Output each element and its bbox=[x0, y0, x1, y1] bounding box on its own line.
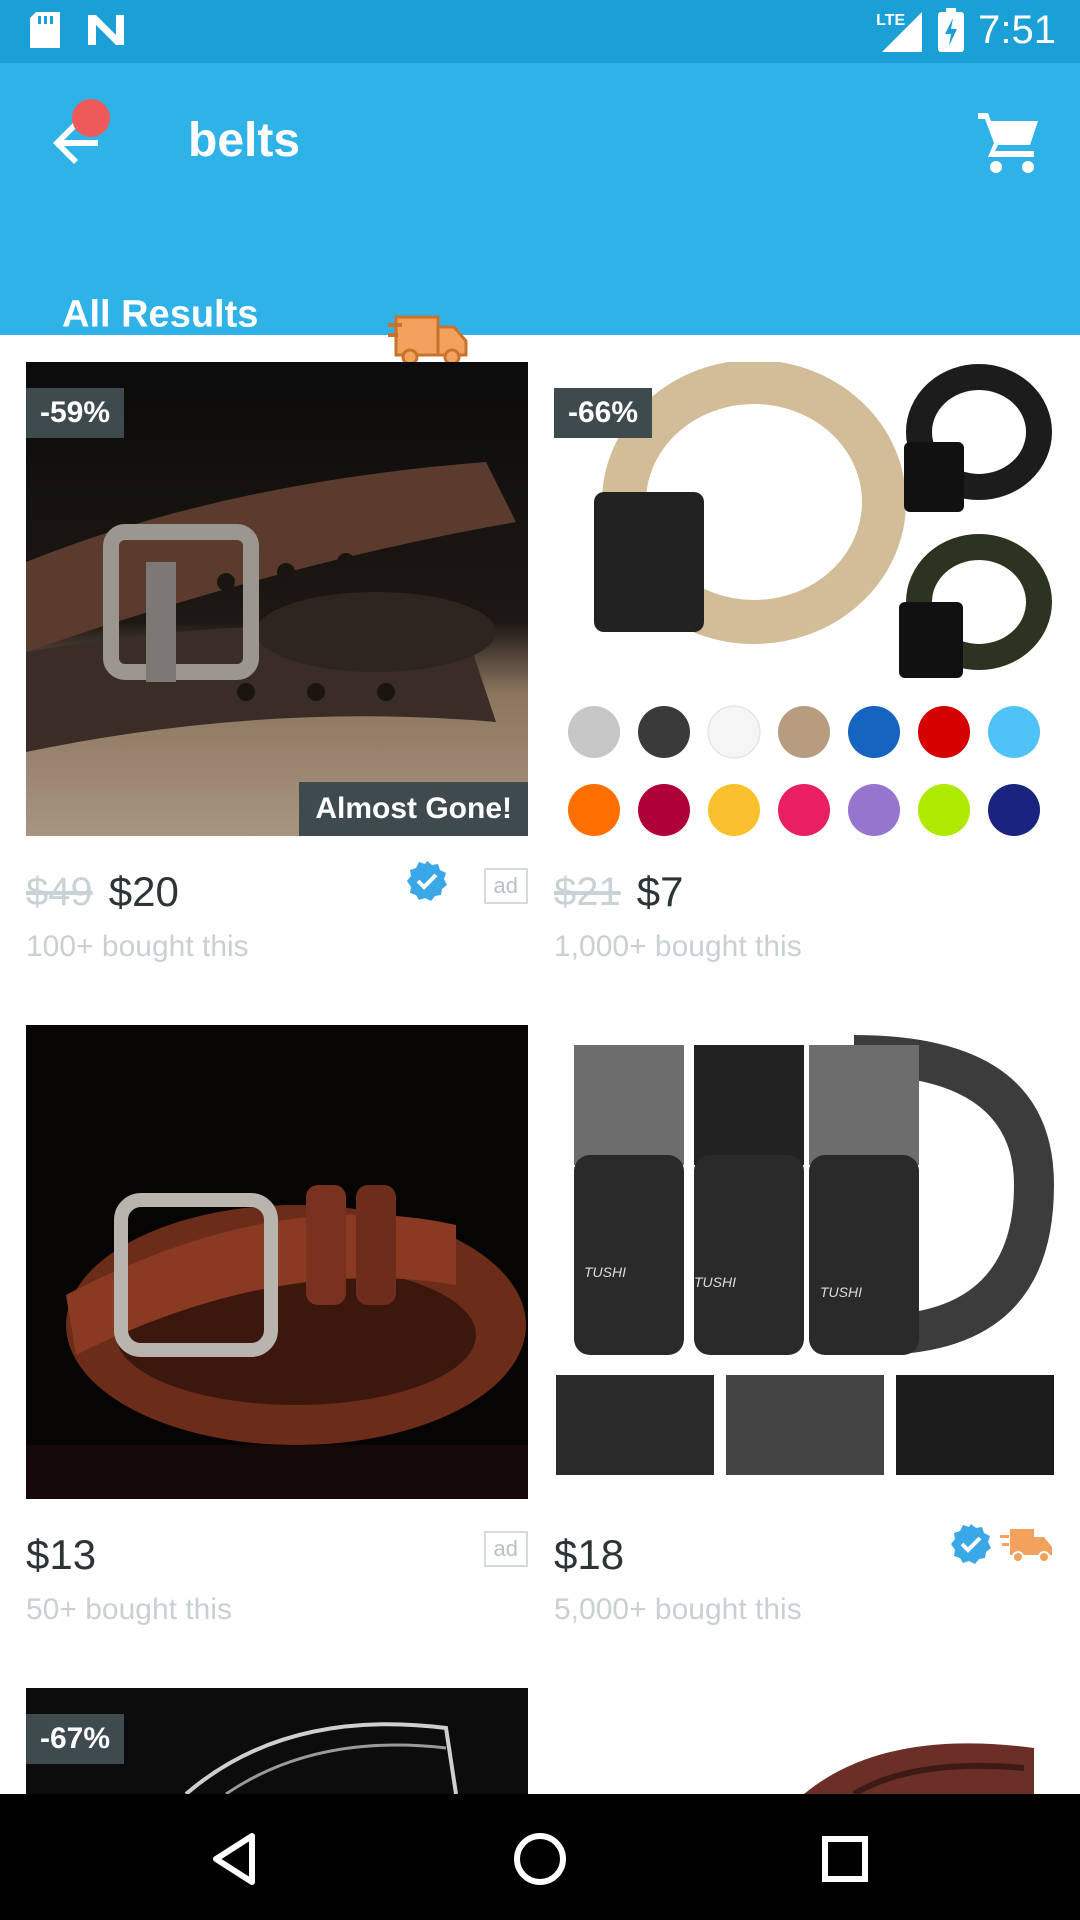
braided-belt-image bbox=[554, 1688, 1056, 1794]
page-title: belts bbox=[188, 114, 301, 167]
product-card[interactable]: -66% $21 $7 1,000+ bought this bbox=[554, 362, 1056, 963]
old-price: $21 bbox=[554, 869, 621, 914]
product-card[interactable]: TUSHI TUSHI TUSHI $18 5,000+ bought this bbox=[554, 1025, 1056, 1626]
status-right: LTE 7:51 bbox=[876, 6, 1056, 54]
price-row: $13 bbox=[26, 1529, 528, 1581]
product-card[interactable] bbox=[554, 1688, 1056, 1794]
product-image[interactable]: -59% Almost Gone! bbox=[26, 362, 528, 836]
product-card[interactable]: -67% bbox=[26, 1688, 528, 1794]
signal-icon bbox=[882, 12, 923, 52]
signal-indicator: LTE bbox=[876, 6, 924, 54]
ad-label: ad bbox=[483, 1531, 528, 1567]
tab-indicator bbox=[0, 335, 326, 341]
sd-card-icon bbox=[30, 12, 60, 48]
brown-leather-belt-image bbox=[26, 1025, 528, 1499]
notification-n-icon bbox=[88, 15, 124, 45]
almost-gone-badge: Almost Gone! bbox=[299, 782, 528, 836]
tab-fast-shipping[interactable] bbox=[388, 309, 472, 369]
price: $18 bbox=[554, 1531, 625, 1578]
price: $13 bbox=[26, 1531, 97, 1578]
cart-icon bbox=[978, 113, 1038, 173]
status-time: 7:51 bbox=[978, 7, 1056, 52]
product-card[interactable]: -59% Almost Gone! $49 $20 ad 100+ bought… bbox=[26, 362, 528, 963]
brand-text: TUSHI bbox=[584, 1264, 626, 1280]
product-image[interactable] bbox=[554, 1688, 1056, 1794]
price-row: $49 $20 bbox=[26, 866, 528, 918]
notification-dot bbox=[72, 99, 110, 137]
bought-count: 5,000+ bought this bbox=[554, 1593, 802, 1626]
product-image[interactable]: -67% bbox=[26, 1688, 528, 1794]
tabs: All Results bbox=[0, 243, 1080, 366]
fast-shipping-truck-icon bbox=[388, 315, 468, 366]
discount-badge: -66% bbox=[554, 388, 653, 438]
fast-shipping-icon bbox=[1000, 1529, 1052, 1563]
battery-charging-icon bbox=[938, 8, 965, 52]
bought-count: 1,000+ bought this bbox=[554, 930, 802, 963]
tactical-belts-image: TUSHI TUSHI TUSHI bbox=[554, 1025, 1056, 1499]
verified-icon bbox=[407, 861, 447, 901]
price: $7 bbox=[636, 868, 684, 915]
product-image[interactable]: TUSHI TUSHI TUSHI bbox=[554, 1025, 1056, 1499]
discount-badge: -59% bbox=[26, 388, 125, 438]
discount-badge: -67% bbox=[26, 1714, 125, 1764]
home-circle-icon[interactable] bbox=[505, 1824, 575, 1894]
price-row: $21 $7 bbox=[554, 866, 1056, 918]
verified-icon bbox=[951, 1524, 991, 1564]
bought-count: 50+ bought this bbox=[26, 1593, 233, 1626]
app-bar: belts All Results bbox=[0, 63, 1080, 366]
product-image[interactable]: -66% bbox=[554, 362, 1056, 836]
status-bar: LTE 7:51 bbox=[0, 0, 1080, 63]
brand-text: TUSHI bbox=[820, 1284, 862, 1300]
system-nav-bar bbox=[0, 1794, 1080, 1920]
back-triangle-icon[interactable] bbox=[202, 1824, 272, 1894]
brand-text: TUSHI bbox=[694, 1274, 736, 1290]
tab-all-results[interactable]: All Results bbox=[0, 243, 326, 341]
price: $20 bbox=[108, 868, 179, 915]
status-left bbox=[30, 12, 126, 48]
old-price: $49 bbox=[26, 869, 93, 914]
bought-count: 100+ bought this bbox=[26, 930, 249, 963]
product-card[interactable]: $13 ad 50+ bought this bbox=[26, 1025, 528, 1626]
cart-button[interactable] bbox=[974, 107, 1044, 177]
recents-square-icon[interactable] bbox=[810, 1824, 880, 1894]
product-image[interactable] bbox=[26, 1025, 528, 1499]
tab-label: All Results bbox=[62, 293, 259, 336]
ad-label: ad bbox=[483, 868, 528, 904]
